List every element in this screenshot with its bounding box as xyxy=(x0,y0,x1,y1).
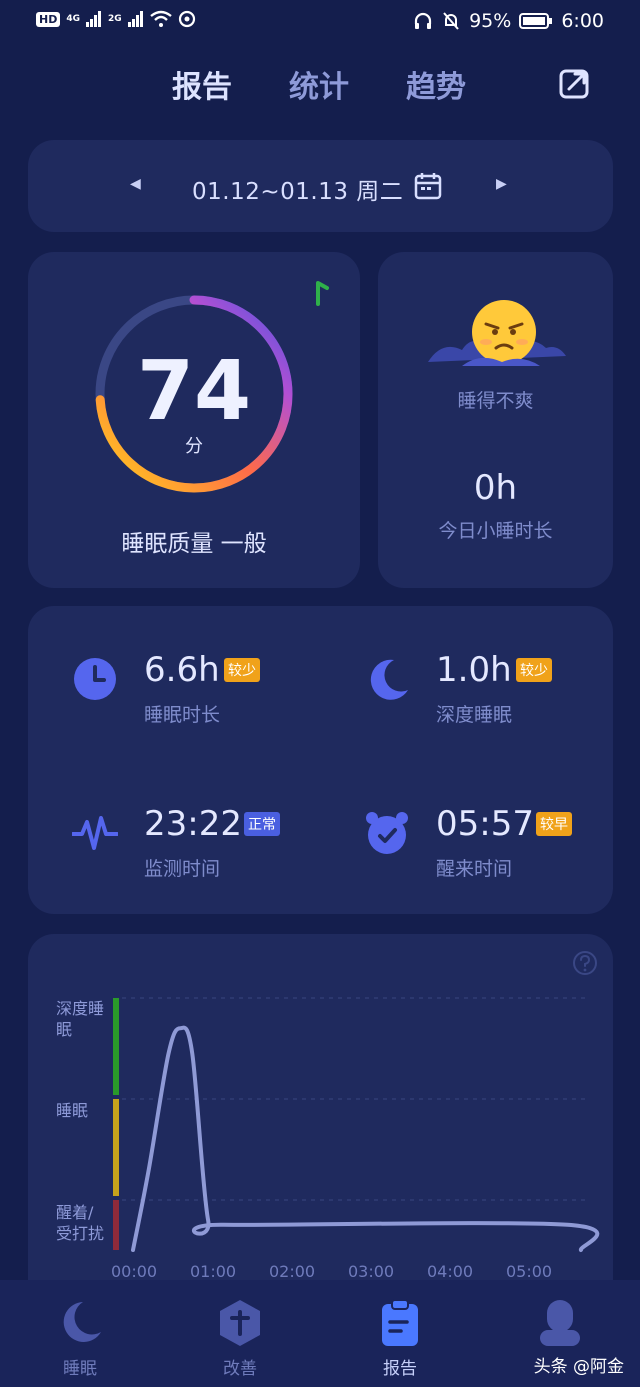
nav-label: 报告 xyxy=(383,1359,417,1379)
nav-label: 改善 xyxy=(223,1359,257,1379)
moon-icon xyxy=(63,1302,101,1342)
level-bar-2 xyxy=(113,998,119,1095)
x-tick-label: 03:00 xyxy=(348,1262,395,1281)
level-bar-0 xyxy=(113,1200,119,1250)
sleep-stage-line xyxy=(131,1025,600,1252)
profile-icon xyxy=(540,1300,580,1346)
clipboard-icon xyxy=(382,1299,418,1346)
nav-improve[interactable]: 改善 xyxy=(180,1280,300,1387)
nav-report[interactable]: 报告 xyxy=(340,1280,460,1387)
watermark: 头条 @阿金 xyxy=(533,1357,624,1377)
x-tick-label: 05:00 xyxy=(506,1262,553,1281)
nav-label: 睡眠 xyxy=(63,1359,97,1379)
x-tick-label: 01:00 xyxy=(190,1262,237,1281)
x-tick-label: 02:00 xyxy=(269,1262,316,1281)
level-bar-1 xyxy=(113,1099,119,1196)
x-tick-label: 04:00 xyxy=(427,1262,474,1281)
improve-icon xyxy=(220,1300,260,1346)
sleep-stage-chart xyxy=(113,997,600,1252)
nav-sleep[interactable]: 睡眠 xyxy=(20,1280,140,1387)
x-tick-label: 00:00 xyxy=(111,1262,158,1281)
